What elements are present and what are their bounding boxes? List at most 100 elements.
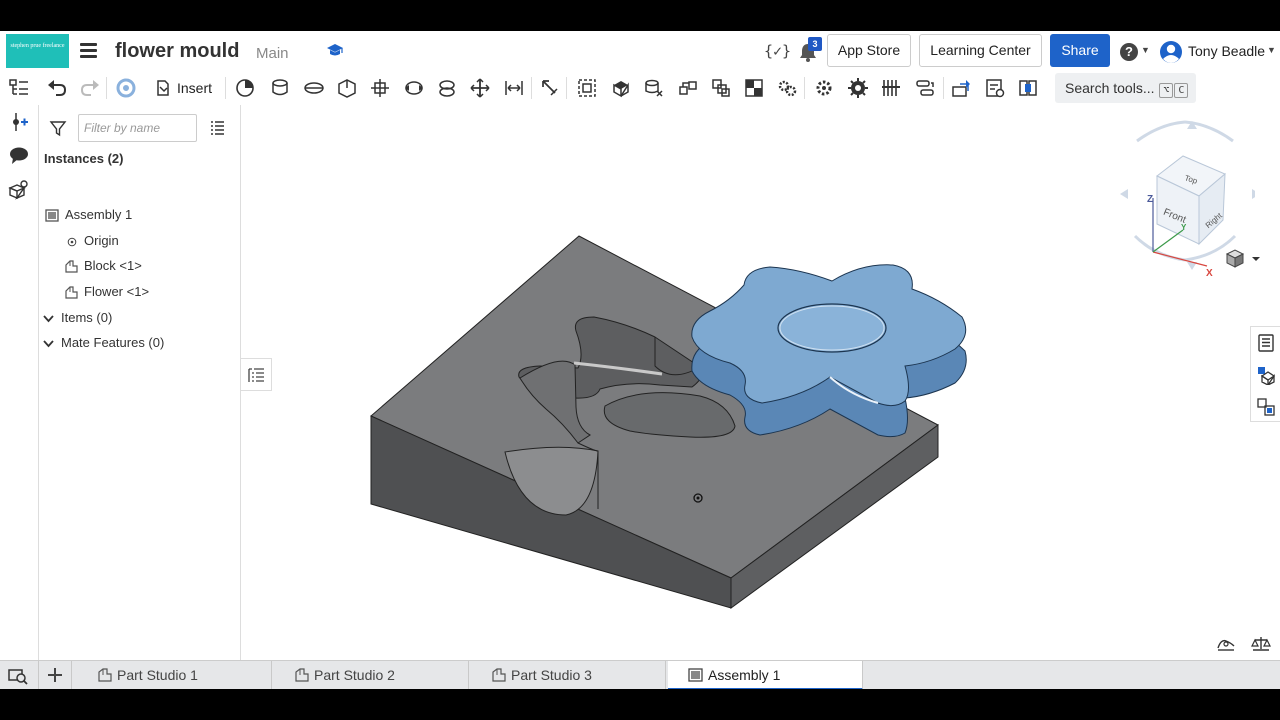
tab-part-studio-3[interactable]: Part Studio 3 — [471, 661, 666, 689]
measure-report-icon[interactable] — [984, 77, 1006, 99]
mate-connector-icon[interactable] — [8, 111, 30, 133]
search-tools-input[interactable]: Search tools... ⌥ C — [1055, 73, 1196, 103]
part-studio-icon — [295, 668, 309, 682]
mate-connector-tool-icon[interactable] — [539, 77, 561, 99]
gear-relation-icon[interactable] — [776, 77, 798, 99]
rotate-right-arrow-icon[interactable] — [1252, 189, 1255, 199]
undo-icon[interactable] — [46, 77, 68, 99]
learning-center-button[interactable]: Learning Center — [919, 34, 1042, 67]
assembly-icon — [688, 668, 703, 682]
app-store-button[interactable]: App Store — [827, 34, 911, 67]
company-logo[interactable]: stephen prue freelance — [6, 34, 69, 68]
cylindrical-mate-icon[interactable] — [369, 77, 391, 99]
appearance-panel-icon[interactable] — [1256, 365, 1276, 385]
fasten-parts-icon[interactable] — [610, 77, 632, 99]
tree-item-assembly[interactable]: Assembly 1 — [45, 205, 132, 225]
circular-pattern-icon[interactable] — [710, 77, 732, 99]
planar-mate-icon[interactable] — [336, 77, 358, 99]
axis-z-label: Z — [1147, 194, 1153, 205]
sync-icon[interactable] — [115, 77, 137, 99]
axis-y-label: Y — [1181, 223, 1187, 232]
pin-slot-mate-icon[interactable] — [403, 77, 425, 99]
part-instance-icon — [65, 260, 78, 273]
insert-button[interactable]: Insert — [177, 77, 212, 99]
bill-of-materials-icon[interactable] — [1256, 397, 1276, 417]
assembly-icon — [45, 209, 59, 222]
graduation-cap-icon[interactable] — [326, 42, 344, 58]
notification-count-badge: 3 — [808, 37, 822, 51]
feature-list-icon[interactable] — [8, 77, 30, 99]
render-mode-icon[interactable] — [1224, 248, 1264, 268]
toolbar-separator — [804, 77, 805, 99]
onshape-app: stephen prue freelance flower mould Main… — [0, 31, 1280, 689]
user-avatar-icon[interactable] — [1159, 40, 1183, 64]
named-position-icon[interactable] — [950, 77, 972, 99]
group-icon[interactable] — [576, 77, 598, 99]
parts-library-icon[interactable] — [8, 179, 30, 201]
toolbar-separator — [943, 77, 944, 99]
toolbar-separator — [225, 77, 226, 99]
linear-relation-icon[interactable] — [880, 77, 902, 99]
replicate-icon[interactable] — [643, 77, 665, 99]
linear-pattern-icon[interactable] — [677, 77, 699, 99]
tab-assembly-1[interactable]: Assembly 1 — [668, 661, 863, 689]
right-panel-rail — [1250, 326, 1280, 422]
left-rail — [0, 71, 38, 689]
help-icon[interactable]: ? — [1120, 43, 1138, 61]
toolbar-separator — [106, 77, 107, 99]
instances-header[interactable]: Instances (2) — [44, 151, 123, 166]
chevron-down-icon[interactable] — [43, 338, 54, 349]
sketch-icon[interactable] — [1216, 636, 1236, 652]
tree-item-block[interactable]: Block <1> — [64, 256, 142, 276]
tree-item-label: Flower <1> — [84, 284, 150, 299]
revolute-mate-icon[interactable] — [269, 77, 291, 99]
tab-label: Part Studio 1 — [117, 667, 198, 683]
add-tab-icon[interactable] — [44, 664, 66, 686]
interference-check-icon[interactable] — [1017, 77, 1039, 99]
toolbar-separator — [531, 77, 532, 99]
rotate-left-arrow-icon[interactable] — [1120, 189, 1128, 199]
comments-icon[interactable] — [8, 145, 30, 167]
branch-name[interactable]: Main — [256, 45, 289, 62]
ball-mate-icon[interactable] — [436, 77, 458, 99]
redo-icon[interactable] — [79, 77, 101, 99]
tab-manager-icon[interactable] — [7, 664, 29, 686]
document-header: stephen prue freelance flower mould Main… — [0, 31, 1280, 71]
user-menu-caret-icon[interactable]: ▼ — [1267, 45, 1276, 55]
tree-item-mate-features[interactable]: Mate Features (0) — [43, 333, 164, 353]
variables-icon[interactable]: {✓} — [764, 42, 791, 60]
document-title[interactable]: flower mould — [115, 40, 239, 63]
instance-list-panel: Filter by name Instances (2) Assembly 1 … — [38, 105, 241, 660]
tree-item-items[interactable]: Items (0) — [43, 308, 112, 328]
fastened-mate-icon[interactable] — [234, 77, 256, 99]
axis-x-label: X — [1206, 268, 1213, 276]
tab-part-studio-2[interactable]: Part Studio 2 — [274, 661, 469, 689]
filter-funnel-icon[interactable] — [49, 119, 67, 137]
rack-pinion-icon[interactable] — [813, 77, 835, 99]
slider-mate-icon[interactable] — [303, 77, 325, 99]
list-view-icon[interactable] — [210, 120, 225, 135]
tab-part-studio-1[interactable]: Part Studio 1 — [77, 661, 272, 689]
menu-icon[interactable] — [80, 43, 97, 58]
share-button[interactable]: Share — [1050, 34, 1110, 67]
parallel-mate-icon[interactable] — [469, 77, 491, 99]
tree-item-flower[interactable]: Flower <1> — [64, 282, 149, 302]
tab-label: Assembly 1 — [708, 667, 781, 683]
properties-panel-icon[interactable] — [1256, 333, 1276, 353]
mass-properties-icon[interactable] — [1251, 636, 1271, 652]
chevron-down-icon[interactable] — [43, 313, 54, 324]
filter-by-name-input[interactable]: Filter by name — [78, 114, 197, 142]
tree-item-origin[interactable]: Origin — [67, 231, 119, 251]
user-name[interactable]: Tony Beadle — [1188, 43, 1265, 59]
part-studio-icon — [492, 668, 506, 682]
insert-icon[interactable] — [155, 77, 171, 99]
logo-text: stephen prue freelance — [10, 43, 65, 49]
tree-item-label: Mate Features (0) — [61, 335, 165, 350]
tree-item-label: Items (0) — [61, 310, 113, 325]
screw-relation-icon[interactable] — [847, 77, 869, 99]
mate-to-relation-icon[interactable] — [914, 77, 936, 99]
tangent-mate-icon[interactable] — [503, 77, 525, 99]
explode-view-icon[interactable] — [743, 77, 765, 99]
graphics-viewport[interactable] — [242, 105, 1250, 660]
help-caret-icon[interactable]: ▼ — [1141, 45, 1150, 55]
